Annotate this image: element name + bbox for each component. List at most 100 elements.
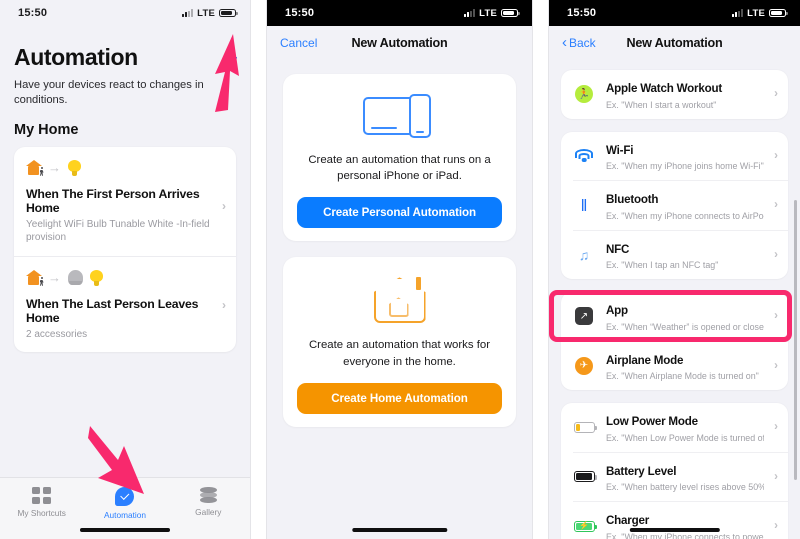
network-label: LTE xyxy=(479,7,497,19)
home-indicator xyxy=(351,528,448,532)
ipad-iphone-icon xyxy=(362,94,437,140)
speaker-icon xyxy=(68,270,83,286)
trigger-row-airplane-mode[interactable]: ✈ Airplane Mode Ex. "When Airplane Mode … xyxy=(573,340,788,391)
tab-label: Automation xyxy=(104,510,146,520)
panel-gap xyxy=(250,0,267,539)
trigger-row-low-power-mode[interactable]: Low Power Mode Ex. "When Low Power Mode … xyxy=(561,403,788,452)
trigger-example: Ex. "When battery level rises above 50%" xyxy=(606,482,764,492)
panel-divider xyxy=(250,0,251,539)
chevron-right-icon: › xyxy=(774,248,778,261)
bluetooth-icon: ‖ xyxy=(580,195,588,215)
arrow-right-icon: → xyxy=(48,270,61,286)
status-bar: 15:50 LTE xyxy=(0,0,250,26)
automation-check-icon xyxy=(115,487,135,506)
modal-sheet: ‹ Back New Automation 🏃 Apple Watch Work… xyxy=(549,26,800,539)
signal-icon xyxy=(463,9,476,17)
nfc-icon: ♫ xyxy=(578,246,590,263)
trigger-title: Wi-Fi xyxy=(606,143,634,157)
tab-automation[interactable]: Automation xyxy=(83,487,166,520)
airplane-icon: ✈ xyxy=(573,355,595,377)
phone-panel-automation-list: 15:50 LTE + Automation Have your devices… xyxy=(0,0,250,539)
trigger-row-apple-watch-workout[interactable]: 🏃 Apple Watch Workout Ex. "When I start … xyxy=(561,70,788,119)
trigger-row-wifi[interactable]: Wi-Fi Ex. "When my iPhone joins home Wi-… xyxy=(561,132,788,181)
create-home-automation-button[interactable]: Create Home Automation xyxy=(297,382,502,414)
trigger-example: Ex. "When I tap an NFC tag" xyxy=(606,260,719,270)
personal-automation-card: Create an automation that runs on a pers… xyxy=(283,74,516,242)
trigger-title: Low Power Mode xyxy=(606,415,698,428)
automation-row-first-person[interactable]: → When The First Person Arrives Home Yee… xyxy=(14,147,236,256)
automation-icons: → xyxy=(25,268,224,288)
automation-detail: Yeelight WiFi Bulb Tunable White -In-fie… xyxy=(26,218,210,244)
trigger-title: Apple Watch Workout xyxy=(606,82,722,95)
screenshot-stage: 15:50 LTE + Automation Have your devices… xyxy=(0,0,800,539)
trigger-example: Ex. "When Airplane Mode is turned on" xyxy=(606,371,759,381)
scrollbar[interactable] xyxy=(794,200,797,480)
battery-icon xyxy=(501,8,520,18)
trigger-title: Charger xyxy=(606,514,650,527)
status-bar: 15:50 LTE xyxy=(549,0,800,26)
battery-icon xyxy=(769,8,788,18)
battery-full-icon xyxy=(573,466,597,488)
back-button[interactable]: ‹ Back xyxy=(562,34,596,51)
page-subtitle: Have your devices react to changes in co… xyxy=(14,79,204,107)
cancel-button[interactable]: Cancel xyxy=(280,36,317,50)
modal-sheet: Cancel New Automation Create an automati… xyxy=(267,26,532,539)
arrow-right-icon: → xyxy=(48,160,61,176)
signal-icon xyxy=(181,9,194,17)
add-automation-button[interactable]: + xyxy=(226,48,238,69)
status-time: 15:50 xyxy=(18,7,48,19)
home-automation-card: Create an automation that works for ever… xyxy=(283,257,516,427)
tab-label: My Shortcuts xyxy=(17,507,66,518)
chevron-left-icon: ‹ xyxy=(562,34,567,51)
automation-row-last-person[interactable]: → When The Last Person Leaves Home 2 acc… xyxy=(14,255,236,353)
trigger-row-nfc[interactable]: ♫ NFC Ex. "When I tap an NFC tag" › xyxy=(573,229,788,280)
phone-panel-new-automation-chooser: 15:50 LTE Cancel New Automation Create a… xyxy=(267,0,532,539)
status-indicators: LTE xyxy=(181,7,238,19)
trigger-group: Wi-Fi Ex. "When my iPhone joins home Wi-… xyxy=(561,131,788,280)
highlight-box-around-app-row xyxy=(549,290,792,342)
trigger-example: Ex. "When my iPhone connects to AirPods" xyxy=(606,210,764,221)
network-label: LTE xyxy=(197,7,215,19)
nav-bar: ‹ Back New Automation xyxy=(549,26,800,60)
house-icon xyxy=(370,275,430,325)
home-person-icon xyxy=(25,160,43,176)
stack-icon xyxy=(199,487,217,503)
tab-my-shortcuts[interactable]: My Shortcuts xyxy=(0,487,83,518)
lightbulb-icon xyxy=(68,159,81,176)
automation-body: + Automation Have your devices react to … xyxy=(0,44,250,539)
trigger-example: Ex. "When my iPhone joins home Wi-Fi" xyxy=(606,161,764,171)
home-indicator xyxy=(80,528,170,532)
personal-automation-description: Create an automation that runs on a pers… xyxy=(308,154,491,183)
tab-gallery[interactable]: Gallery xyxy=(167,487,250,517)
chevron-right-icon: › xyxy=(774,520,778,533)
phone-panel-trigger-list: 15:50 LTE ‹ Back New Automation 🏃 Apple … xyxy=(549,0,800,539)
trigger-title: Bluetooth xyxy=(606,193,659,206)
chevron-right-icon: › xyxy=(222,297,226,312)
trigger-title: Airplane Mode xyxy=(606,353,684,367)
status-bar: 15:50 LTE xyxy=(267,0,532,26)
trigger-row-battery-level[interactable]: Battery Level Ex. "When battery level ri… xyxy=(573,451,788,502)
trigger-row-bluetooth[interactable]: ‖ Bluetooth Ex. "When my iPhone connects… xyxy=(573,180,788,230)
trigger-example: Ex. "When Low Power Mode is turned off" xyxy=(606,432,764,443)
home-indicator xyxy=(629,528,720,532)
home-person-icon xyxy=(25,270,43,286)
chevron-right-icon: › xyxy=(774,470,778,483)
grid-icon xyxy=(32,487,51,504)
panel-gap xyxy=(532,0,549,539)
back-label: Back xyxy=(569,36,596,50)
automation-icons: → xyxy=(25,158,224,178)
chevron-right-icon: › xyxy=(774,199,778,212)
workout-icon: 🏃 xyxy=(573,83,595,105)
home-automation-description: Create an automation that works for ever… xyxy=(308,339,491,368)
chevron-right-icon: › xyxy=(774,149,778,162)
trigger-group: Low Power Mode Ex. "When Low Power Mode … xyxy=(561,403,788,539)
network-label: LTE xyxy=(747,7,765,19)
trigger-example: Ex. "When my iPhone connects to power" xyxy=(606,531,764,539)
section-title-my-home: My Home xyxy=(14,121,79,138)
status-time: 15:50 xyxy=(285,7,315,19)
trigger-example: Ex. "When I start a workout" xyxy=(606,99,717,110)
automation-detail: 2 accessories xyxy=(26,328,88,340)
trigger-row-charger[interactable]: ⚡ Charger Ex. "When my iPhone connects t… xyxy=(573,501,788,539)
create-personal-automation-button[interactable]: Create Personal Automation xyxy=(297,197,502,229)
trigger-title: NFC xyxy=(606,242,630,256)
